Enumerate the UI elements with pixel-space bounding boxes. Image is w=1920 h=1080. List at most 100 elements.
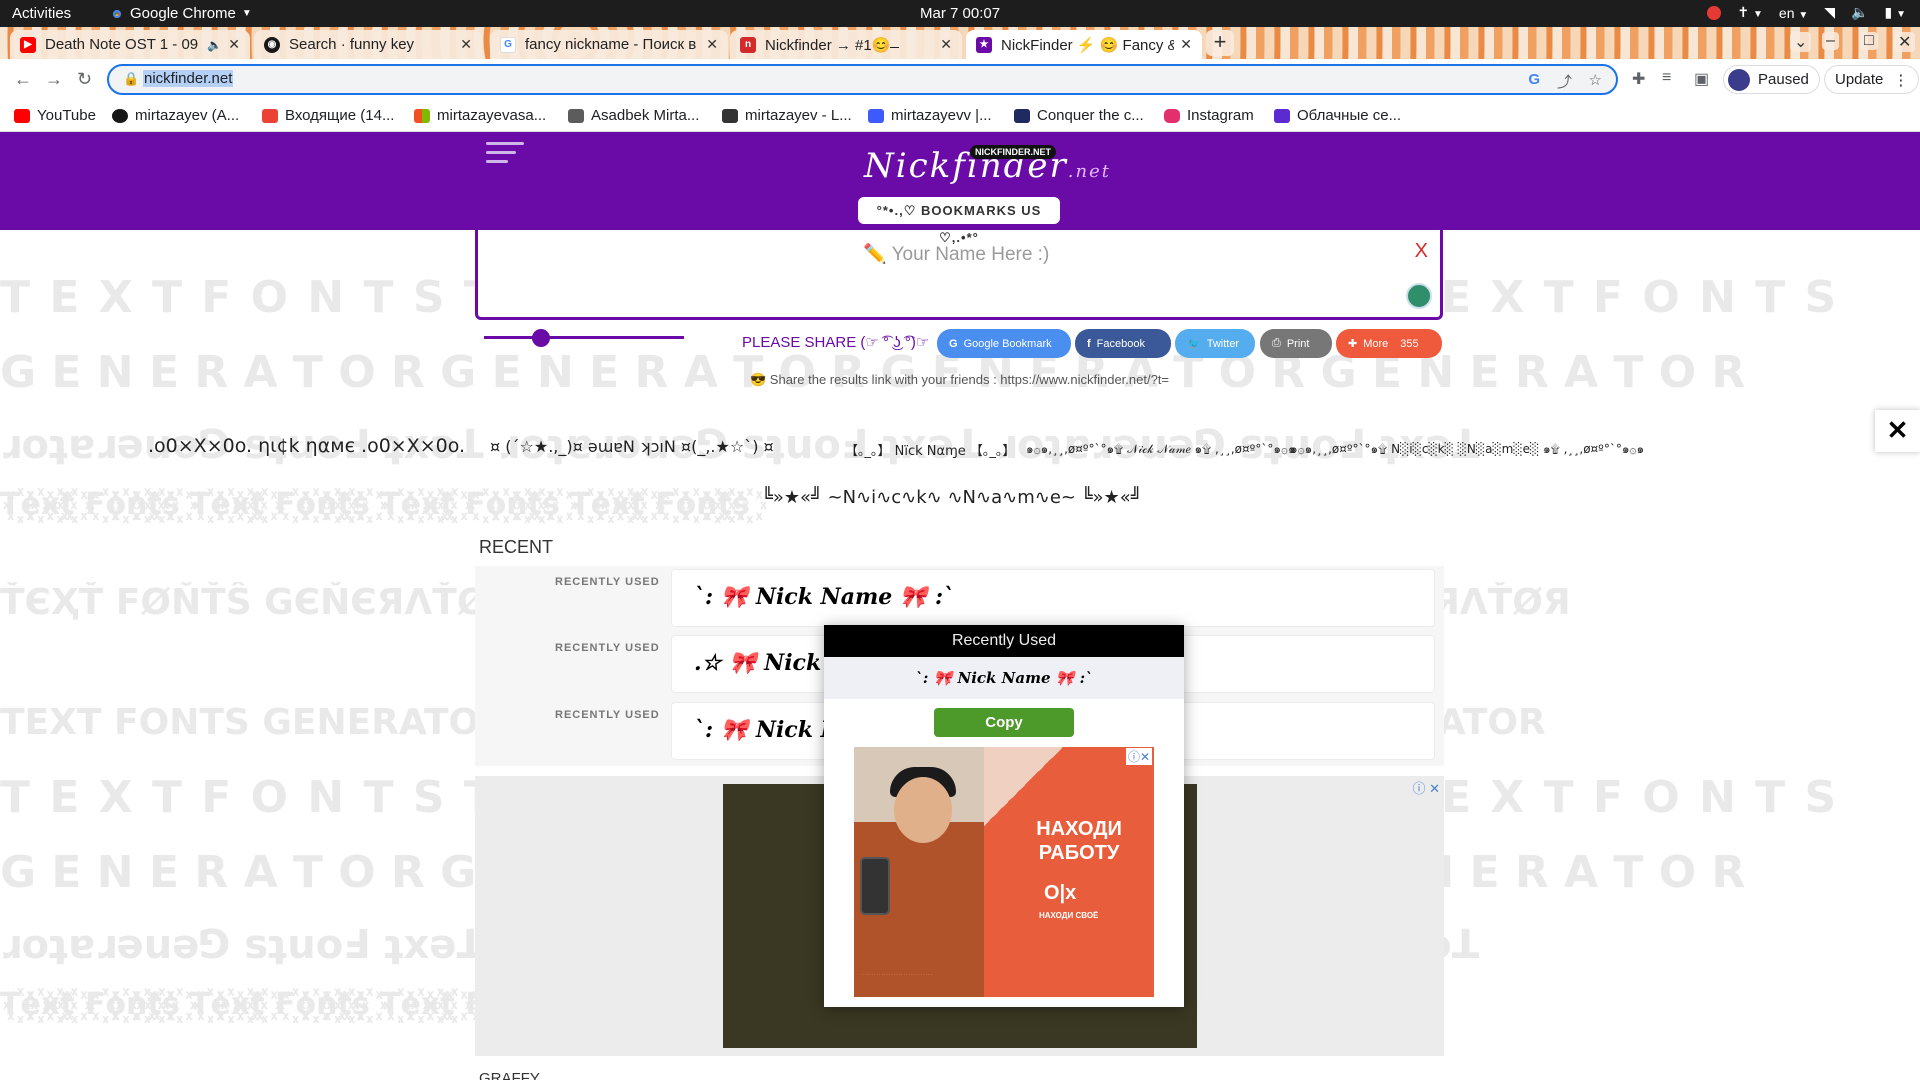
tab-3[interactable]: n Nickfinder → #1😊͏ ̶̶̶̶͏̶̶̶͏ ✕ — [730, 30, 962, 59]
maximize-icon[interactable]: □ — [1860, 32, 1878, 50]
bookmark-item[interactable]: mirtazayevv |... — [868, 107, 992, 124]
youtube-icon — [14, 108, 30, 123]
google-lens-icon[interactable]: G — [1528, 71, 1540, 88]
bookmark-item[interactable]: Asadbek Mirta... — [568, 107, 699, 124]
ad-headline: НАХОДИ РАБОТУ — [1036, 818, 1122, 864]
instagram-icon — [1164, 108, 1180, 123]
robot-icon[interactable] — [1406, 283, 1432, 309]
window-close-icon[interactable]: ✕ — [1894, 32, 1916, 52]
ad-person-face — [894, 777, 952, 843]
kebab-menu-icon: ⋮ — [1893, 71, 1909, 89]
close-icon[interactable]: ✕ — [706, 36, 718, 53]
tab-0[interactable]: ▶ Death Note OST 1 - 09 🔈 ✕ — [10, 30, 250, 59]
share-label: PLEASE SHARE (☞ ͡° ͜ʖ ͡°)☞ — [742, 334, 930, 351]
profile-button[interactable]: Paused — [1723, 65, 1820, 94]
back-icon[interactable]: ← — [14, 69, 32, 90]
gmail-icon — [262, 108, 278, 123]
close-icon[interactable]: ✕ — [228, 36, 240, 53]
reload-icon[interactable]: ↻ — [77, 69, 92, 90]
app-menu-label: Google Chrome — [130, 5, 236, 22]
bookmark-star-icon[interactable]: ☆ — [1589, 71, 1602, 89]
codeforces-icon — [1014, 108, 1030, 123]
lock-icon[interactable]: 🔒 — [123, 71, 139, 87]
recent-nickname-card[interactable]: `: 🎀 𝑵𝒊𝒄𝒌 𝑵𝒂𝒎𝒆 🎀 :` — [671, 569, 1435, 627]
ad-brand: O|x — [1044, 882, 1077, 904]
new-tab-button[interactable]: + — [1206, 30, 1234, 56]
twitter-button[interactable]: 🐦 Twitter — [1175, 329, 1255, 358]
github-icon — [112, 108, 128, 123]
tab-2[interactable]: G fancy nickname - Поиск в ✕ — [490, 30, 728, 59]
popup-nickname[interactable]: `: 🎀 𝑵𝒊𝒄𝒌 𝑵𝒂𝒎𝒆 🎀 :` — [824, 657, 1184, 699]
share-icon[interactable]: ⤴ — [1557, 71, 1572, 92]
tab-search-icon[interactable]: ⌄ — [1790, 32, 1812, 52]
bookmark-item[interactable]: Облачные се... — [1274, 107, 1401, 124]
popup-ad[interactable]: НАХОДИ РАБОТУ O|x НАХОДИ СВОЁ · · · · · … — [854, 747, 1154, 997]
cloud-icon — [1274, 108, 1290, 123]
bookmark-item[interactable]: mirtazayevasa... — [414, 107, 546, 124]
nickname-result[interactable]: ๑۞๑,¸¸,ø¤º°`°๑۩ N░i░c░k░ ░N░a░m░e░ ๑۩ ,¸… — [1290, 440, 1644, 459]
chrome-status-icon[interactable] — [1707, 5, 1722, 20]
clock[interactable]: Mar 7 00:07 — [920, 5, 1000, 22]
leetcode-icon — [722, 108, 738, 123]
nickname-result[interactable]: ¤ (´☆★.,_)¤ ǝɯɐN ʞɔıN ¤(_,.★☆`) ¤ — [490, 437, 774, 456]
ad-fineprint: · · · · · · · · · · · · · · · · · · · · … — [862, 972, 932, 977]
print-button[interactable]: ⎙ Print — [1260, 329, 1332, 358]
ad-tagline: НАХОДИ СВОЁ — [1039, 911, 1099, 920]
person-icon — [568, 108, 584, 123]
url-text[interactable]: nickfinder.net — [143, 70, 234, 87]
ad-close-icon[interactable]: ⓘ✕ — [1125, 748, 1152, 765]
ad-close-icon[interactable]: ⓘ ✕ — [1412, 778, 1440, 797]
side-panel-icon[interactable]: ▣ — [1694, 69, 1709, 89]
wifi-icon: ◥ — [1824, 4, 1836, 20]
web-page: T E X T F O N T S T E X T F O N T S T E … — [0, 132, 1920, 1080]
minimize-icon[interactable]: – — [1822, 32, 1839, 50]
bookmark-item[interactable]: Instagram — [1164, 107, 1254, 124]
language-indicator[interactable]: en ▼ — [1779, 5, 1808, 21]
close-icon[interactable]: ✕ — [1180, 36, 1192, 53]
activities-button[interactable]: Activities — [12, 5, 71, 22]
copy-button[interactable]: Copy — [934, 708, 1074, 737]
google-bookmark-button[interactable]: G Google Bookmark — [937, 329, 1071, 358]
close-icon[interactable]: ✕ — [460, 36, 472, 53]
more-share-button[interactable]: ✚ More 355 — [1336, 329, 1442, 358]
nickname-result[interactable]: ╚»★«╝ ~N∿i∿c∿k∿ ∿N∿a∿m∿e~ ╚»★«╝ — [762, 487, 1142, 508]
extensions-icon[interactable]: ✚ — [1632, 69, 1645, 89]
nickname-result[interactable]: ๑۞๑,¸¸,ø¤º°`°๑۩ 𝒩𝒾𝒸𝓀 𝒩𝒶𝓂𝑒 ๑۩ ,¸¸,ø¤º°`°๑… — [1026, 440, 1296, 459]
nickname-result[interactable]: 【｡_｡】 Nïck Nαɱe 【｡_｡】 — [845, 440, 1015, 459]
collapse-x-icon[interactable]: ✕ — [1875, 410, 1920, 452]
bookmark-item[interactable]: Conquer the c... — [1014, 107, 1144, 124]
tab-title: Nickfinder → #1😊͏ ̶̶̶̶͏̶̶̶͏ — [765, 36, 895, 54]
forward-icon[interactable]: → — [45, 69, 63, 90]
bookmark-item[interactable]: mirtazayev (A... — [112, 107, 239, 124]
system-tray[interactable]: ✝ ▼ en ▼ ◥ 🔈 ▮ ▼ — [1707, 4, 1906, 21]
bookmark-item[interactable]: YouTube — [14, 107, 96, 124]
hamburger-menu-icon[interactable] — [486, 142, 524, 169]
address-bar[interactable]: 🔒 nickfinder.net G ⤴ ☆ — [107, 64, 1618, 95]
microsoft-icon — [414, 108, 430, 123]
tab-4[interactable]: ★ NickFinder ⚡ 😊 Fancy & 5 ✕ — [966, 30, 1202, 59]
bookmark-item[interactable]: Входящие (14... — [262, 107, 394, 124]
font-size-slider[interactable] — [484, 336, 684, 339]
tab-title: NickFinder ⚡ 😊 Fancy & 5 — [1001, 36, 1175, 54]
speaker-icon[interactable]: 🔈 — [207, 38, 222, 52]
accessibility-icon[interactable]: ✝ ▼ — [1737, 4, 1763, 21]
update-button[interactable]: Update ⋮ — [1824, 65, 1920, 94]
section-heading: GRAFFY — [479, 1070, 540, 1080]
recently-used-popup: Recently Used `: 🎀 𝑵𝒊𝒄𝒌 𝑵𝒂𝒎𝒆 🎀 :` Copy Н… — [824, 625, 1184, 1007]
clear-input-button[interactable]: X — [1415, 240, 1428, 263]
slider-handle[interactable] — [532, 329, 550, 347]
share-count: 355 — [1400, 337, 1419, 350]
facebook-button[interactable]: f Facebook — [1075, 329, 1171, 358]
bookmark-item[interactable]: mirtazayev - L... — [722, 107, 852, 124]
share-link-text[interactable]: 😎 Share the results link with your frien… — [750, 372, 1169, 388]
tab-1[interactable]: ◉ Search · funny key ✕ — [254, 30, 482, 59]
codewars-icon — [868, 108, 884, 123]
app-menu[interactable]: Google Chrome ▼ — [110, 5, 252, 22]
logo-badge: NICKFINDER.NET — [970, 145, 1056, 159]
twitter-icon: 🐦 — [1187, 338, 1201, 350]
close-icon[interactable]: ✕ — [940, 36, 952, 53]
bookmark-us-button[interactable]: °*•.,♡ BOOKMARKS US ♡,.•*° — [858, 197, 1060, 245]
nickname-result[interactable]: .o0×X×0o. ηι¢k ηαмє .o0×X×0o. — [148, 435, 465, 457]
avatar — [1728, 68, 1750, 91]
media-controls-icon[interactable]: ≡ — [1662, 69, 1671, 87]
